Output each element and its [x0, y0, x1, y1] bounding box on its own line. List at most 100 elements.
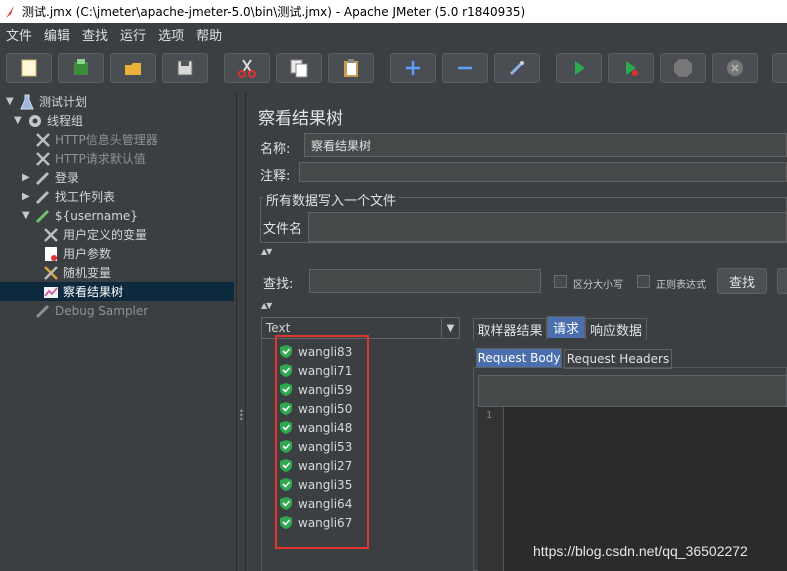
tree-expander[interactable]: ▶	[22, 191, 32, 202]
results-split-divider[interactable]	[460, 314, 470, 571]
filename-label: 文件名	[263, 222, 303, 237]
chevron-down-icon: ▼	[441, 318, 459, 338]
comment-label: 注释:	[260, 169, 291, 184]
stop-button[interactable]	[660, 53, 706, 83]
menu-search[interactable]: 查找	[82, 25, 108, 44]
tree-item-label: ${username}	[55, 208, 138, 223]
pre-processor-icon	[42, 245, 60, 263]
save-icon	[177, 60, 193, 76]
comment-field[interactable]	[299, 162, 787, 182]
tree-item-test-plan[interactable]: ▼ 测试计划	[6, 92, 87, 111]
reset-button[interactable]	[777, 268, 787, 294]
window-title: 测试.jmx (C:\jmeter\apache-jmeter-5.0\bin\…	[22, 5, 526, 19]
tree-item-job-list[interactable]: ▶ 找工作列表	[22, 187, 115, 206]
line-number: 1	[486, 410, 493, 421]
split-pane-divider[interactable]: • • •	[236, 92, 246, 571]
tree-expander[interactable]: ▼	[14, 115, 24, 126]
tree-item-login[interactable]: ▶ 登录	[22, 168, 79, 187]
menu-edit[interactable]: 编辑	[44, 25, 70, 44]
page-title: 察看结果树	[258, 109, 343, 129]
config-tools-icon	[42, 264, 60, 282]
renderer-select-value: Text	[266, 321, 291, 335]
tab-request[interactable]: 请求	[547, 316, 585, 338]
start-no-pauses-button[interactable]	[608, 53, 654, 83]
tree-item-user-parameters[interactable]: 用户参数	[30, 244, 111, 263]
tree-item-label: 测试计划	[39, 95, 88, 109]
shutdown-button[interactable]	[712, 53, 758, 83]
tree-item-label: HTTP信息头管理器	[55, 133, 158, 147]
menu-run[interactable]: 运行	[120, 25, 146, 44]
tree-expander[interactable]: ▼	[6, 96, 16, 107]
tree-item-view-results-tree[interactable]: 察看结果树	[0, 282, 234, 301]
tree-item-label: 找工作列表	[55, 190, 116, 204]
tree-item-http-defaults[interactable]: HTTP请求默认值	[22, 149, 146, 168]
case-sensitive-checkbox[interactable]	[554, 275, 567, 288]
tree-item-label: 用户参数	[63, 247, 112, 261]
tree-expander[interactable]: ▼	[22, 210, 32, 221]
tree-item-label: 线程组	[47, 114, 84, 128]
cut-icon	[238, 59, 256, 78]
templates-icon	[74, 59, 88, 75]
jmeter-feather-icon	[6, 5, 14, 18]
test-plan-tree: ▼ 测试计划 ▼ 线程组 HTTP信息头管理器 HTTP请求默认值 ▶ 登录 ▶…	[0, 92, 236, 571]
subtab-request-body[interactable]: Request Body	[476, 348, 562, 368]
tree-item-label: 察看结果树	[63, 285, 124, 299]
tree-item-label: HTTP请求默认值	[55, 152, 146, 166]
templates-button[interactable]	[58, 53, 104, 83]
tab-sampler-result[interactable]: 取样器结果	[473, 318, 547, 340]
copy-icon	[290, 59, 308, 78]
tree-item-user-defined-variables[interactable]: 用户定义的变量	[30, 225, 147, 244]
name-field-value: 察看结果树	[311, 138, 372, 153]
collapse-arrows-icon[interactable]: ▲▼	[261, 247, 272, 256]
new-icon	[21, 59, 37, 77]
listener-chart-icon	[42, 283, 60, 301]
window-title-bar: 测试.jmx (C:\jmeter\apache-jmeter-5.0\bin\…	[0, 0, 787, 23]
tree-expander[interactable]: ▶	[22, 172, 32, 183]
regex-label: 正则表达式	[656, 280, 706, 291]
toggle-icon	[509, 60, 525, 76]
tree-item-http-header-manager[interactable]: HTTP信息头管理器	[22, 130, 158, 149]
config-tools-icon	[34, 131, 52, 149]
tree-item-username-sampler[interactable]: ▼ ${username}	[22, 206, 138, 225]
highlight-annotation-box	[275, 335, 369, 549]
tree-item-label: 随机变量	[63, 266, 112, 280]
menu-options[interactable]: 选项	[158, 25, 184, 44]
shutdown-icon	[727, 60, 743, 76]
search-input[interactable]	[309, 269, 541, 293]
start-button[interactable]	[556, 53, 602, 83]
case-sensitive-label: 区分大小写	[573, 280, 623, 291]
save-button[interactable]	[162, 53, 208, 83]
sampler-pen-icon	[34, 302, 52, 320]
open-icon	[125, 63, 141, 75]
expand-all-button[interactable]	[390, 53, 436, 83]
menu-bar: 文件 编辑 查找 运行 选项 帮助	[0, 23, 787, 45]
filename-field[interactable]	[308, 212, 787, 242]
tab-response-data[interactable]: 响应数据	[585, 318, 647, 340]
more-toolbar-button[interactable]	[772, 53, 787, 83]
subtab-request-headers[interactable]: Request Headers	[564, 349, 672, 369]
cut-button[interactable]	[224, 53, 270, 83]
menu-help[interactable]: 帮助	[196, 25, 222, 44]
open-button[interactable]	[110, 53, 156, 83]
paste-button[interactable]	[328, 53, 374, 83]
copy-button[interactable]	[276, 53, 322, 83]
name-field[interactable]: 察看结果树	[304, 133, 787, 157]
collapse-arrows-icon[interactable]: ▲▼	[261, 301, 272, 310]
tree-item-debug-sampler[interactable]: Debug Sampler	[22, 301, 148, 320]
sampler-pen-icon	[34, 188, 52, 206]
new-button[interactable]	[6, 53, 52, 83]
toggle-button[interactable]	[494, 53, 540, 83]
search-button[interactable]: 查找	[717, 268, 767, 294]
paste-icon	[344, 59, 358, 77]
menu-file[interactable]: 文件	[6, 25, 32, 44]
tree-item-random-variable[interactable]: 随机变量	[30, 263, 111, 282]
test-plan-icon	[18, 93, 36, 111]
stop-icon	[674, 59, 692, 77]
collapse-icon	[458, 66, 472, 70]
tree-item-thread-group[interactable]: ▼ 线程组	[14, 111, 83, 130]
sampler-pen-icon	[34, 207, 52, 225]
sampler-pen-icon	[34, 169, 52, 187]
collapse-all-button[interactable]	[442, 53, 488, 83]
regex-checkbox[interactable]	[637, 275, 650, 288]
watermark: https://blog.csdn.net/qq_36502272	[533, 543, 748, 559]
